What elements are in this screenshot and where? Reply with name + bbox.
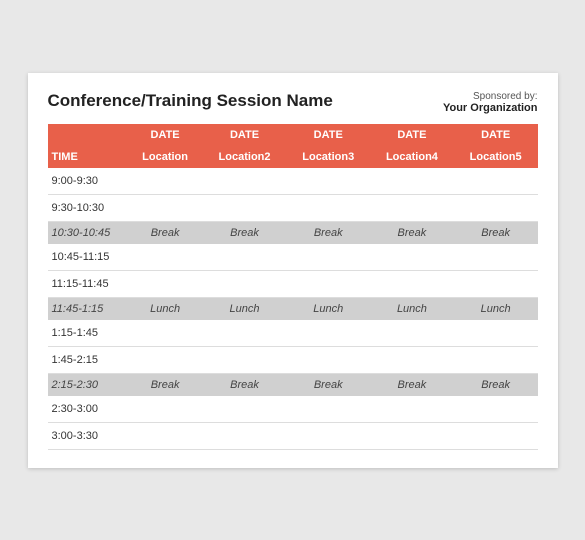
data-cell	[454, 346, 538, 373]
date-header-row: DATE DATE DATE DATE DATE	[48, 124, 538, 146]
data-cell	[286, 270, 370, 297]
data-cell	[203, 396, 287, 423]
data-cell	[286, 422, 370, 449]
data-cell: Lunch	[128, 297, 203, 320]
data-cell	[128, 320, 203, 347]
data-cell	[286, 168, 370, 195]
data-cell: Lunch	[203, 297, 287, 320]
conference-title: Conference/Training Session Name	[48, 91, 333, 111]
data-cell	[203, 194, 287, 221]
data-cell	[203, 422, 287, 449]
data-cell	[286, 194, 370, 221]
data-cell	[128, 244, 203, 271]
table-row: 2:15-2:30BreakBreakBreakBreakBreak	[48, 373, 538, 396]
data-cell	[370, 194, 454, 221]
table-row: 1:45-2:15	[48, 346, 538, 373]
table-row: 9:00-9:30	[48, 168, 538, 195]
data-cell	[370, 422, 454, 449]
table-row: 9:30-10:30	[48, 194, 538, 221]
data-cell: Break	[370, 221, 454, 244]
time-cell: 2:30-3:00	[48, 396, 128, 423]
table-row: 1:15-1:45	[48, 320, 538, 347]
table-row: 3:00-3:30	[48, 422, 538, 449]
time-cell: 11:45-1:15	[48, 297, 128, 320]
sponsored-by-label: Sponsored by:	[443, 91, 538, 102]
data-cell	[128, 396, 203, 423]
location-subheader-row: TIME Location Location2 Location3 Locati…	[48, 146, 538, 168]
page-container: Conference/Training Session Name Sponsor…	[28, 73, 558, 468]
data-cell	[128, 270, 203, 297]
time-cell: 3:00-3:30	[48, 422, 128, 449]
data-cell: Break	[203, 373, 287, 396]
data-cell: Break	[128, 373, 203, 396]
location-subheader-col3: Location3	[286, 146, 370, 168]
data-cell	[454, 244, 538, 271]
date-header-col1: DATE	[128, 124, 203, 146]
data-cell: Lunch	[370, 297, 454, 320]
data-cell	[370, 270, 454, 297]
date-header-col5: DATE	[454, 124, 538, 146]
data-cell	[454, 168, 538, 195]
data-cell	[454, 194, 538, 221]
data-cell	[370, 244, 454, 271]
data-cell	[203, 270, 287, 297]
data-cell: Break	[128, 221, 203, 244]
table-row: 10:45-11:15	[48, 244, 538, 271]
data-cell	[128, 168, 203, 195]
table-row: 11:15-11:45	[48, 270, 538, 297]
data-cell	[203, 168, 287, 195]
data-cell	[128, 194, 203, 221]
data-cell	[370, 396, 454, 423]
time-subheader-cell: TIME	[48, 146, 128, 168]
location-subheader-col4: Location4	[370, 146, 454, 168]
data-cell: Lunch	[286, 297, 370, 320]
time-cell: 9:30-10:30	[48, 194, 128, 221]
date-header-col3: DATE	[286, 124, 370, 146]
data-cell	[454, 320, 538, 347]
location-subheader-col5: Location5	[454, 146, 538, 168]
data-cell	[370, 320, 454, 347]
sponsor-org-name: Your Organization	[443, 102, 538, 114]
page-header: Conference/Training Session Name Sponsor…	[48, 91, 538, 114]
table-row: 11:45-1:15LunchLunchLunchLunchLunch	[48, 297, 538, 320]
schedule-body: 9:00-9:309:30-10:3010:30-10:45BreakBreak…	[48, 168, 538, 450]
time-cell: 11:15-11:45	[48, 270, 128, 297]
time-cell: 2:15-2:30	[48, 373, 128, 396]
date-header-col4: DATE	[370, 124, 454, 146]
location-subheader-col2: Location2	[203, 146, 287, 168]
data-cell	[286, 320, 370, 347]
data-cell	[454, 270, 538, 297]
schedule-table: DATE DATE DATE DATE DATE TIME Location L…	[48, 124, 538, 450]
data-cell: Lunch	[454, 297, 538, 320]
time-cell: 9:00-9:30	[48, 168, 128, 195]
time-header-cell	[48, 124, 128, 146]
data-cell	[286, 244, 370, 271]
data-cell	[128, 422, 203, 449]
data-cell: Break	[203, 221, 287, 244]
time-cell: 1:15-1:45	[48, 320, 128, 347]
data-cell: Break	[454, 373, 538, 396]
table-row: 2:30-3:00	[48, 396, 538, 423]
data-cell: Break	[286, 221, 370, 244]
data-cell	[370, 346, 454, 373]
time-cell: 1:45-2:15	[48, 346, 128, 373]
data-cell	[370, 168, 454, 195]
data-cell	[203, 244, 287, 271]
data-cell: Break	[370, 373, 454, 396]
data-cell	[286, 346, 370, 373]
location-subheader-col1: Location	[128, 146, 203, 168]
table-row: 10:30-10:45BreakBreakBreakBreakBreak	[48, 221, 538, 244]
data-cell	[454, 396, 538, 423]
time-cell: 10:30-10:45	[48, 221, 128, 244]
time-cell: 10:45-11:15	[48, 244, 128, 271]
data-cell	[203, 346, 287, 373]
data-cell	[203, 320, 287, 347]
data-cell	[128, 346, 203, 373]
data-cell	[454, 422, 538, 449]
data-cell: Break	[454, 221, 538, 244]
date-header-col2: DATE	[203, 124, 287, 146]
data-cell: Break	[286, 373, 370, 396]
data-cell	[286, 396, 370, 423]
sponsor-block: Sponsored by: Your Organization	[443, 91, 538, 114]
